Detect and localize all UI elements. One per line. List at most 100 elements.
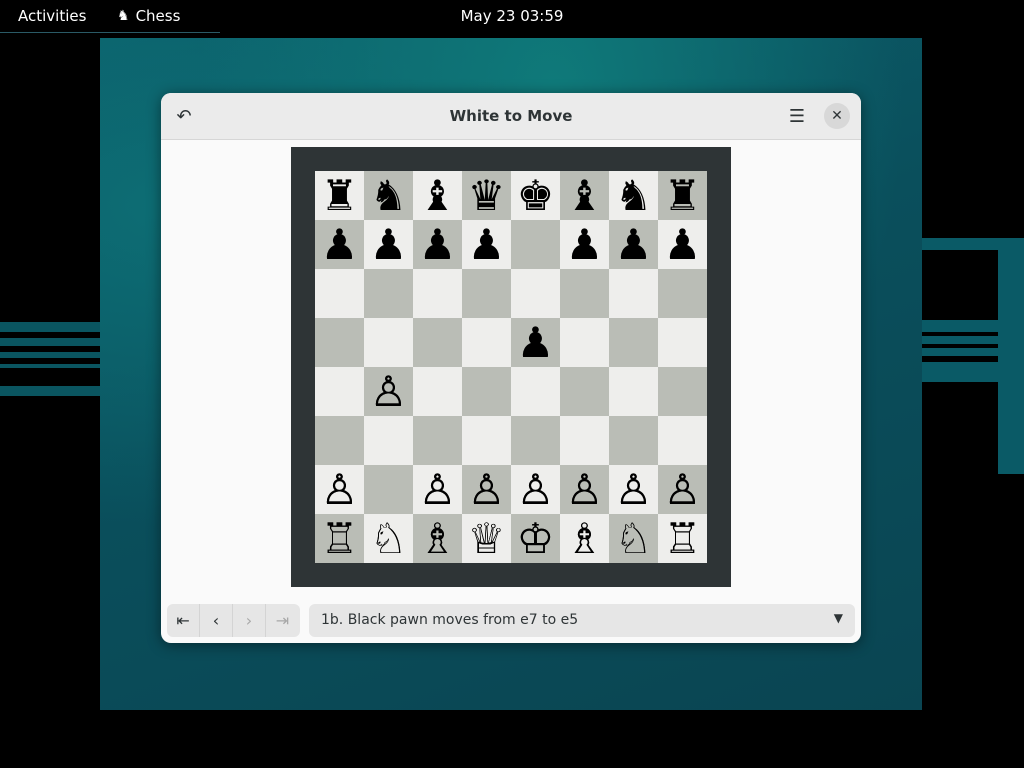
square-a4[interactable] xyxy=(315,367,364,416)
square-c4[interactable] xyxy=(413,367,462,416)
black-pawn[interactable]: ♟ xyxy=(468,220,506,269)
square-f5[interactable] xyxy=(560,318,609,367)
black-pawn[interactable]: ♟ xyxy=(370,220,408,269)
square-c2[interactable]: ♙ xyxy=(413,465,462,514)
square-d7[interactable]: ♟ xyxy=(462,220,511,269)
square-f3[interactable] xyxy=(560,416,609,465)
square-b3[interactable] xyxy=(364,416,413,465)
square-g2[interactable]: ♙ xyxy=(609,465,658,514)
square-e8[interactable]: ♚ xyxy=(511,171,560,220)
square-a7[interactable]: ♟ xyxy=(315,220,364,269)
black-rook[interactable]: ♜ xyxy=(664,171,702,220)
black-pawn[interactable]: ♟ xyxy=(664,220,702,269)
black-knight[interactable]: ♞ xyxy=(615,171,653,220)
square-f4[interactable] xyxy=(560,367,609,416)
square-b1[interactable]: ♘ xyxy=(364,514,413,563)
square-f6[interactable] xyxy=(560,269,609,318)
square-a2[interactable]: ♙ xyxy=(315,465,364,514)
square-f7[interactable]: ♟ xyxy=(560,220,609,269)
black-pawn[interactable]: ♟ xyxy=(615,220,653,269)
square-g7[interactable]: ♟ xyxy=(609,220,658,269)
square-e1[interactable]: ♔ xyxy=(511,514,560,563)
square-a8[interactable]: ♜ xyxy=(315,171,364,220)
square-h5[interactable] xyxy=(658,318,707,367)
square-d6[interactable] xyxy=(462,269,511,318)
white-rook[interactable]: ♖ xyxy=(664,514,702,563)
chess-board[interactable]: ♜ ♞ ♝ ♛ ♚ ♝ ♞ ♜ ♟ ♟ ♟ ♟ ♟ ♟ ♟ ♟ ♙ ♙ ♙ ♙ ♙ ♙ ♙ ♙ ♖ ♘ ♗ ♕ ♔ ♗ ♘ ♖ xyxy=(315,171,707,563)
square-e7[interactable] xyxy=(511,220,560,269)
close-button[interactable]: ✕ xyxy=(824,103,850,129)
square-a6[interactable] xyxy=(315,269,364,318)
white-pawn[interactable]: ♙ xyxy=(566,465,604,514)
square-d2[interactable]: ♙ xyxy=(462,465,511,514)
white-pawn[interactable]: ♙ xyxy=(615,465,653,514)
square-f2[interactable]: ♙ xyxy=(560,465,609,514)
square-c7[interactable]: ♟ xyxy=(413,220,462,269)
white-pawn[interactable]: ♙ xyxy=(419,465,457,514)
square-b2[interactable] xyxy=(364,465,413,514)
white-knight[interactable]: ♘ xyxy=(370,514,408,563)
square-e6[interactable] xyxy=(511,269,560,318)
black-rook[interactable]: ♜ xyxy=(321,171,359,220)
black-bishop[interactable]: ♝ xyxy=(566,171,604,220)
square-h3[interactable] xyxy=(658,416,707,465)
black-bishop[interactable]: ♝ xyxy=(419,171,457,220)
square-b6[interactable] xyxy=(364,269,413,318)
square-h6[interactable] xyxy=(658,269,707,318)
square-e3[interactable] xyxy=(511,416,560,465)
square-h4[interactable] xyxy=(658,367,707,416)
next-move-button[interactable]: › xyxy=(233,604,266,637)
white-pawn[interactable]: ♙ xyxy=(517,465,555,514)
square-e5[interactable]: ♟ xyxy=(511,318,560,367)
black-pawn[interactable]: ♟ xyxy=(419,220,457,269)
square-e4[interactable] xyxy=(511,367,560,416)
black-pawn[interactable]: ♟ xyxy=(517,318,555,367)
white-pawn[interactable]: ♙ xyxy=(468,465,506,514)
last-move-button[interactable]: ⇥ xyxy=(266,604,299,637)
black-knight[interactable]: ♞ xyxy=(370,171,408,220)
square-c8[interactable]: ♝ xyxy=(413,171,462,220)
square-c6[interactable] xyxy=(413,269,462,318)
white-king[interactable]: ♔ xyxy=(517,514,555,563)
white-pawn[interactable]: ♙ xyxy=(321,465,359,514)
square-c1[interactable]: ♗ xyxy=(413,514,462,563)
white-bishop[interactable]: ♗ xyxy=(419,514,457,563)
square-a1[interactable]: ♖ xyxy=(315,514,364,563)
square-h2[interactable]: ♙ xyxy=(658,465,707,514)
black-pawn[interactable]: ♟ xyxy=(321,220,359,269)
square-h1[interactable]: ♖ xyxy=(658,514,707,563)
white-pawn[interactable]: ♙ xyxy=(664,465,702,514)
first-move-button[interactable]: ⇤ xyxy=(167,604,200,637)
square-c3[interactable] xyxy=(413,416,462,465)
move-history-dropdown[interactable]: 1b. Black pawn moves from e7 to e5 ▼ xyxy=(309,604,855,637)
square-g6[interactable] xyxy=(609,269,658,318)
clock[interactable]: May 23 03:59 xyxy=(0,7,1024,25)
main-menu-button[interactable]: ☰ xyxy=(783,102,811,130)
square-g1[interactable]: ♘ xyxy=(609,514,658,563)
square-b5[interactable] xyxy=(364,318,413,367)
square-b7[interactable]: ♟ xyxy=(364,220,413,269)
black-queen[interactable]: ♛ xyxy=(468,171,506,220)
square-d1[interactable]: ♕ xyxy=(462,514,511,563)
square-b8[interactable]: ♞ xyxy=(364,171,413,220)
square-f8[interactable]: ♝ xyxy=(560,171,609,220)
square-h8[interactable]: ♜ xyxy=(658,171,707,220)
white-pawn[interactable]: ♙ xyxy=(370,367,408,416)
square-d8[interactable]: ♛ xyxy=(462,171,511,220)
square-a5[interactable] xyxy=(315,318,364,367)
square-a3[interactable] xyxy=(315,416,364,465)
black-king[interactable]: ♚ xyxy=(517,171,555,220)
square-d5[interactable] xyxy=(462,318,511,367)
square-g5[interactable] xyxy=(609,318,658,367)
square-f1[interactable]: ♗ xyxy=(560,514,609,563)
square-d4[interactable] xyxy=(462,367,511,416)
white-queen[interactable]: ♕ xyxy=(468,514,506,563)
square-d3[interactable] xyxy=(462,416,511,465)
previous-move-button[interactable]: ‹ xyxy=(200,604,233,637)
square-b4[interactable]: ♙ xyxy=(364,367,413,416)
square-g4[interactable] xyxy=(609,367,658,416)
black-pawn[interactable]: ♟ xyxy=(566,220,604,269)
white-bishop[interactable]: ♗ xyxy=(566,514,604,563)
square-c5[interactable] xyxy=(413,318,462,367)
square-g8[interactable]: ♞ xyxy=(609,171,658,220)
